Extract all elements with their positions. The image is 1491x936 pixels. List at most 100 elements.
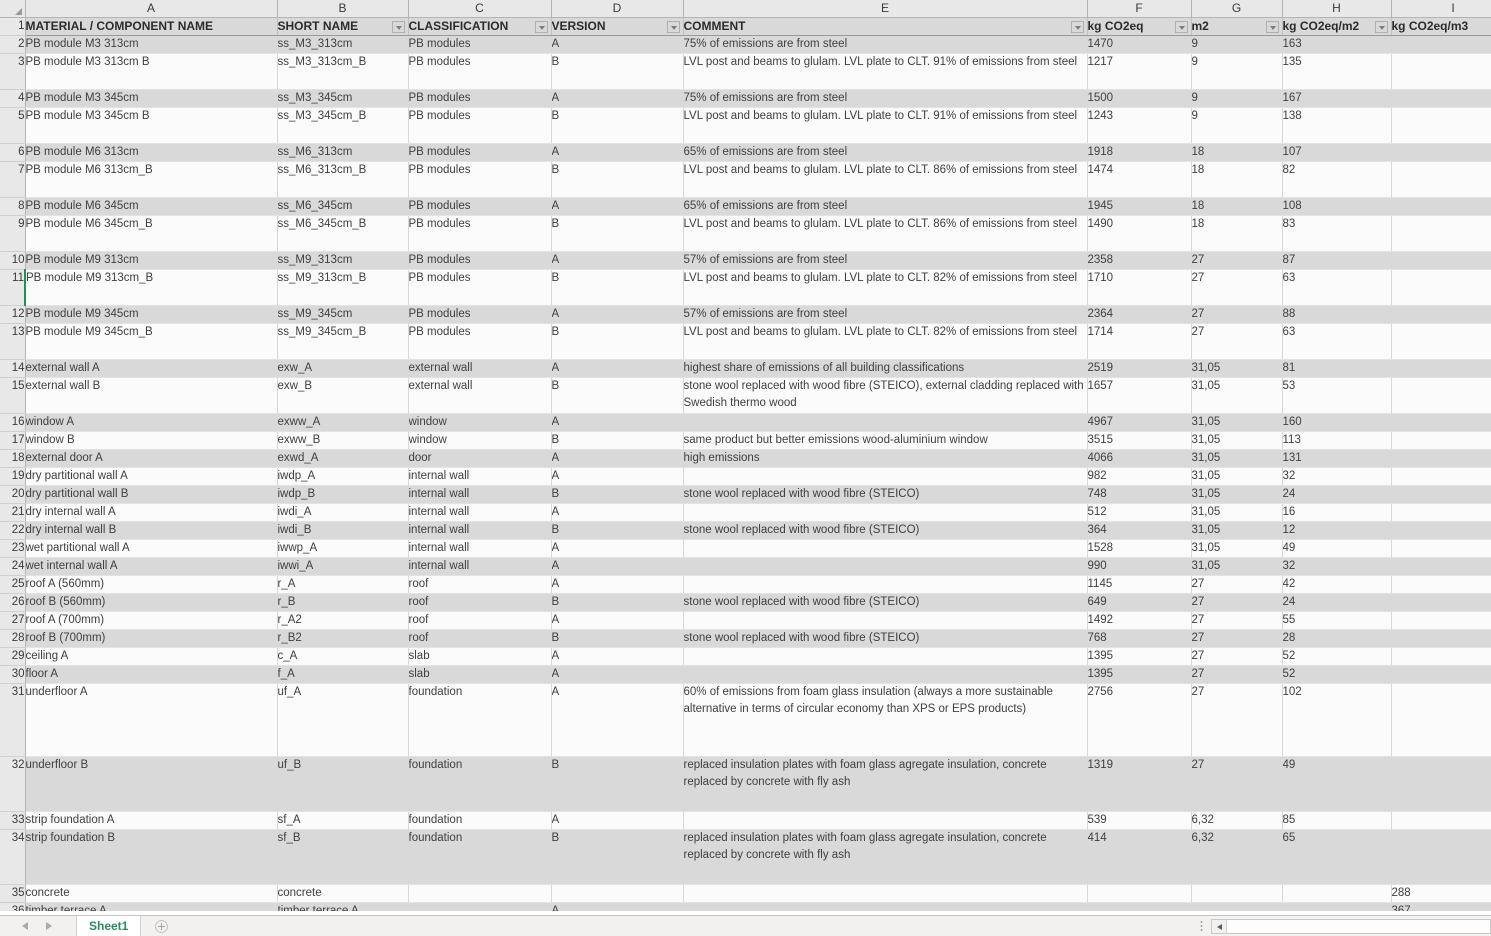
cell-G14[interactable]: 31,05 [1191,359,1283,378]
cell-B4[interactable]: ss_M3_345cm [277,89,409,108]
cell-F11[interactable]: 1710 [1087,269,1192,306]
cell-E21[interactable] [683,503,1088,522]
previous-sheet-icon[interactable] [22,922,28,930]
table-row[interactable]: 2 PB module M3 313cm ss_M3_313cm PB modules… [0,35,1491,54]
cell-B19[interactable]: iwdp_A [277,467,409,486]
cell-G36[interactable] [1191,902,1283,912]
cell-I9[interactable] [1391,215,1491,252]
cell-D9[interactable]: B [551,215,684,252]
cell-G10[interactable]: 27 [1191,251,1283,270]
cell-G28[interactable]: 27 [1191,629,1283,648]
cell-C22[interactable]: internal wall [408,521,552,540]
cell-A7[interactable]: PB module M6 313cm_B [25,161,278,198]
row-number[interactable]: 21 [0,503,26,522]
cell-G25[interactable]: 27 [1191,575,1283,594]
cell-A18[interactable]: external door A [25,449,278,468]
cell-A22[interactable]: dry internal wall B [25,521,278,540]
cell-D19[interactable]: A [551,467,684,486]
cell-A12[interactable]: PB module M9 345cm [25,305,278,324]
cell-G29[interactable]: 27 [1191,647,1283,666]
cell-I15[interactable] [1391,377,1491,414]
cell-I22[interactable] [1391,521,1491,540]
cell-H3[interactable]: 135 [1282,53,1392,90]
cell-H20[interactable]: 24 [1282,485,1392,504]
cell-H17[interactable]: 113 [1282,431,1392,450]
cell-I26[interactable] [1391,593,1491,612]
cell-I12[interactable] [1391,305,1491,324]
table-row[interactable]: 23 wet partitional wall Aiwwp_A internal w… [0,539,1491,558]
cell-F22[interactable]: 364 [1087,521,1192,540]
cell-G30[interactable]: 27 [1191,665,1283,684]
cell-A14[interactable]: external wall A [25,359,278,378]
cell-F12[interactable]: 2364 [1087,305,1192,324]
cell-C27[interactable]: roof [408,611,552,630]
cell-C10[interactable]: PB modules [408,251,552,270]
cell-C2[interactable]: PB modules [408,35,552,54]
cell-F2[interactable]: 1470 [1087,35,1192,54]
row-number[interactable]: 6 [0,143,26,162]
row-number[interactable]: 20 [0,485,26,504]
cell-A27[interactable]: roof A (700mm) [25,611,278,630]
cell-D32[interactable]: B [551,756,684,812]
cell-E3[interactable]: LVL post and beams to glulam. LVL plate … [683,53,1088,90]
cell-H2[interactable]: 163 [1282,35,1392,54]
table-row[interactable]: 6 PB module M6 313cm ss_M6_313cm PB modules… [0,143,1491,162]
cell-F32[interactable]: 1319 [1087,756,1192,812]
cell-C16[interactable]: window [408,413,552,432]
cell-E2[interactable]: 75% of emissions are from steel [683,35,1088,54]
cell-F10[interactable]: 2358 [1087,251,1192,270]
table-row[interactable]: 27 roof A (700mm) r_A2 roof A 1492 27 55 [0,611,1491,630]
cell-H34[interactable]: 65 [1282,829,1392,885]
cell-A34[interactable]: strip foundation B [25,829,278,885]
cell-I19[interactable] [1391,467,1491,486]
cell-F4[interactable]: 1500 [1087,89,1192,108]
table-row[interactable]: 22 dry internal wall Biwdi_B internal wall… [0,521,1491,540]
cell-I31[interactable] [1391,683,1491,757]
cell-F29[interactable]: 1395 [1087,647,1192,666]
cell-C30[interactable]: slab [408,665,552,684]
cell-E26[interactable]: stone wool replaced with wood fibre (STE… [683,593,1088,612]
row-number[interactable]: 15 [0,377,26,414]
cell-B20[interactable]: iwdp_B [277,485,409,504]
column-title-d[interactable]: VERSION [551,17,684,36]
cell-G33[interactable]: 6,32 [1191,811,1283,830]
cell-G12[interactable]: 27 [1191,305,1283,324]
cell-D3[interactable]: B [551,53,684,90]
cell-I16[interactable] [1391,413,1491,432]
column-header-f[interactable]: F [1087,0,1192,18]
cell-B25[interactable]: r_A [277,575,409,594]
autofilter-dropdown-icon[interactable] [666,20,680,33]
cell-F33[interactable]: 539 [1087,811,1192,830]
table-row[interactable]: 16 window Aexww_A window A 4967 31,05 160 [0,413,1491,432]
cell-C6[interactable]: PB modules [408,143,552,162]
cell-H23[interactable]: 49 [1282,539,1392,558]
horizontal-scroll-area[interactable] [1200,918,1491,935]
cell-A29[interactable]: ceiling A [25,647,278,666]
cell-H13[interactable]: 63 [1282,323,1392,360]
cell-C34[interactable]: foundation [408,829,552,885]
cell-F27[interactable]: 1492 [1087,611,1192,630]
cell-A25[interactable]: roof A (560mm) [25,575,278,594]
cell-A28[interactable]: roof B (700mm) [25,629,278,648]
row-number[interactable]: 19 [0,467,26,486]
row-number[interactable]: 28 [0,629,26,648]
column-title-f[interactable]: kg CO2eq [1087,17,1192,36]
cell-B10[interactable]: ss_M9_313cm [277,251,409,270]
cell-G3[interactable]: 9 [1191,53,1283,90]
cell-E36[interactable] [683,902,1088,912]
cell-E33[interactable] [683,811,1088,830]
row-number[interactable]: 25 [0,575,26,594]
cell-C25[interactable]: roof [408,575,552,594]
row-number[interactable]: 1 [0,17,26,36]
cell-D28[interactable]: B [551,629,684,648]
cell-E19[interactable] [683,467,1088,486]
cell-A20[interactable]: dry partitional wall B [25,485,278,504]
cell-F18[interactable]: 4066 [1087,449,1192,468]
cell-B21[interactable]: iwdi_A [277,503,409,522]
cell-A35[interactable]: concrete [25,884,278,903]
cell-F30[interactable]: 1395 [1087,665,1192,684]
cell-A24[interactable]: wet internal wall A [25,557,278,576]
cell-I28[interactable] [1391,629,1491,648]
table-row[interactable]: 15 external wall Bexw_B external wall Bston… [0,377,1491,414]
cell-A23[interactable]: wet partitional wall A [25,539,278,558]
